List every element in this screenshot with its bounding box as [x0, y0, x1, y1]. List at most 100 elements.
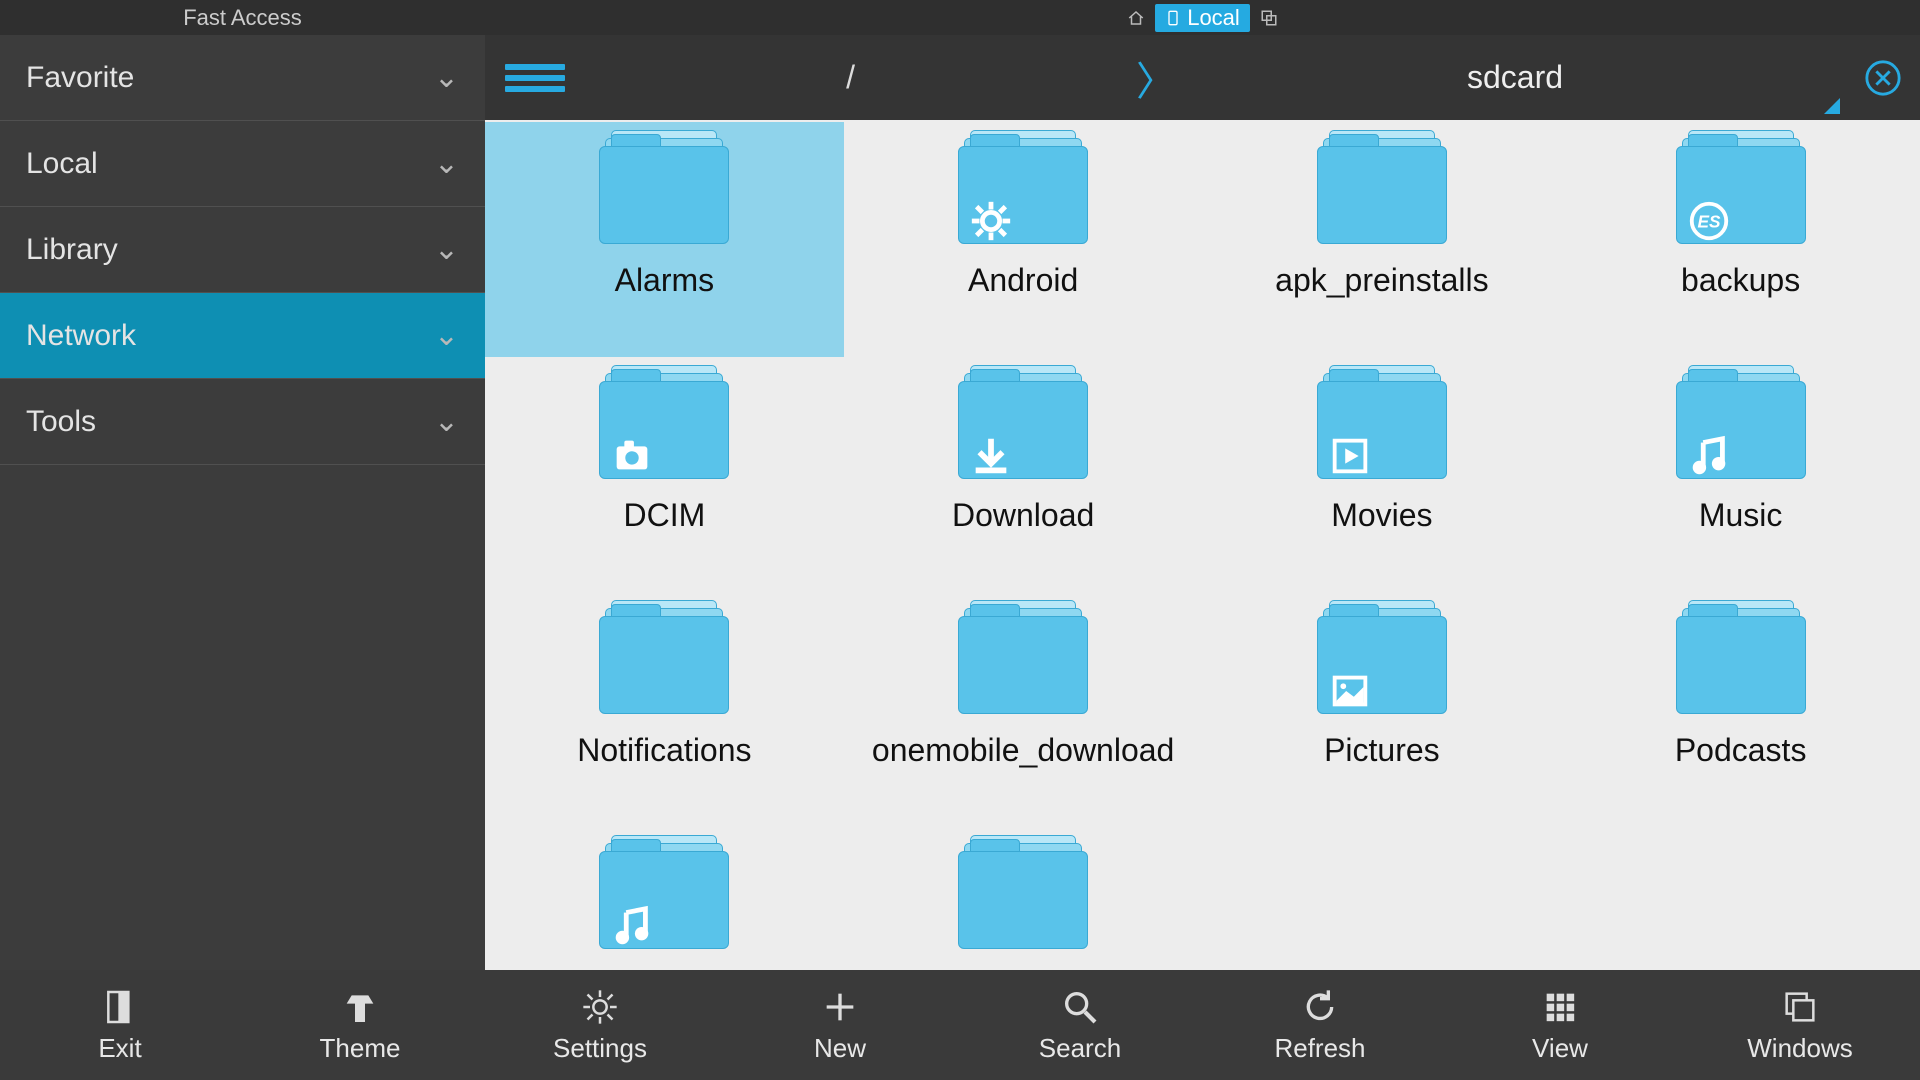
folder-icon: [599, 134, 729, 254]
settings-button[interactable]: Settings: [480, 970, 720, 1080]
chevron-down-icon: ⌄: [434, 60, 459, 95]
breadcrumb-root[interactable]: /: [565, 59, 1136, 96]
folder-pictures[interactable]: Pictures: [1203, 592, 1562, 827]
folder-icon: [599, 369, 729, 489]
view-button[interactable]: View: [1440, 970, 1680, 1080]
folder-label: Music: [1699, 497, 1783, 534]
play-icon: [1327, 433, 1373, 479]
bottom-button-label: View: [1532, 1033, 1588, 1064]
folder-icon: [958, 839, 1088, 959]
local-chip-label: Local: [1187, 5, 1240, 31]
theme-icon: [340, 987, 380, 1027]
sidebar-item-label: Local: [26, 147, 98, 181]
breadcrumb-bar: / 〉 sdcard: [485, 35, 1920, 120]
sidebar-item-label: Favorite: [26, 61, 134, 95]
settings-icon: [580, 987, 620, 1027]
chevron-down-icon: ⌄: [434, 318, 459, 353]
refresh-icon: [1300, 987, 1340, 1027]
folder-label: Notifications: [577, 732, 751, 769]
folder-label: backups: [1681, 262, 1800, 299]
folder-icon: [1317, 604, 1447, 724]
folder-label: Alarms: [615, 262, 715, 299]
bottom-toolbar: Exit Theme Settings New Search Refresh View Win…: [0, 970, 1920, 1080]
search-button[interactable]: Search: [960, 970, 1200, 1080]
bottom-button-label: Search: [1039, 1033, 1121, 1064]
folder-icon: [958, 134, 1088, 254]
sidebar-item-network[interactable]: Network ⌄: [0, 293, 485, 379]
folder-music[interactable]: Music: [1561, 357, 1920, 592]
bottom-button-label: Refresh: [1274, 1033, 1365, 1064]
folder-icon: [599, 604, 729, 724]
local-chip[interactable]: Local: [1155, 4, 1250, 32]
music-icon: [609, 903, 655, 949]
bottom-button-label: Exit: [98, 1033, 141, 1064]
new-button[interactable]: New: [720, 970, 960, 1080]
folder-download[interactable]: Download: [844, 357, 1203, 592]
device-icon[interactable]: [1260, 9, 1278, 27]
file-grid-container[interactable]: Alarms Android apk_preinstalls ES backups DCI…: [485, 120, 1920, 970]
download-icon: [968, 433, 1014, 479]
music-icon: [1686, 433, 1732, 479]
folder-label: Podcasts: [1675, 732, 1807, 769]
folder-ringtones[interactable]: Ringtones: [485, 827, 844, 970]
windows-button[interactable]: Windows: [1680, 970, 1920, 1080]
folder-label: Movies: [1331, 497, 1432, 534]
refresh-button[interactable]: Refresh: [1200, 970, 1440, 1080]
folder-icon: [1676, 369, 1806, 489]
file-grid: Alarms Android apk_preinstalls ES backups DCI…: [485, 122, 1920, 970]
sidebar-item-library[interactable]: Library⌄: [0, 207, 485, 293]
folder-label: DCIM: [623, 497, 705, 534]
home-icon[interactable]: [1127, 9, 1145, 27]
body: Favorite⌄Local⌄Library⌄Network⌄Tools⌄ / …: [0, 35, 1920, 970]
top-status-bar: Fast Access Local: [0, 0, 1920, 35]
dropdown-indicator-icon[interactable]: [1824, 98, 1840, 114]
chevron-down-icon: ⌄: [434, 404, 459, 439]
folder-label: onemobile_download: [872, 732, 1174, 769]
breadcrumb-current[interactable]: sdcard: [1166, 59, 1864, 96]
folder-label: apk_preinstalls: [1275, 262, 1488, 299]
folder-android[interactable]: Android: [844, 122, 1203, 357]
fast-access-title: Fast Access: [0, 5, 485, 31]
chevron-down-icon: ⌄: [434, 232, 459, 267]
view-icon: [1540, 987, 1580, 1027]
camera-icon: [609, 433, 655, 479]
folder-movies[interactable]: Movies: [1203, 357, 1562, 592]
folder-apk_preinstalls[interactable]: apk_preinstalls: [1203, 122, 1562, 357]
sidebar: Favorite⌄Local⌄Library⌄Network⌄Tools⌄: [0, 35, 485, 970]
folder-onemobile_download[interactable]: onemobile_download: [844, 592, 1203, 827]
sidebar-item-favorite[interactable]: Favorite ⌄: [0, 35, 485, 121]
folder-storage[interactable]: storage: [844, 827, 1203, 970]
folder-label: Pictures: [1324, 732, 1440, 769]
folder-label: Android: [968, 262, 1078, 299]
app-root: Fast Access Local Favorite⌄Local⌄Library…: [0, 0, 1920, 1080]
sidebar-item-label: Network: [26, 319, 136, 353]
bottom-button-label: Windows: [1747, 1033, 1852, 1064]
gear-icon: [968, 198, 1014, 244]
folder-icon: [1317, 369, 1447, 489]
folder-alarms[interactable]: Alarms: [485, 122, 844, 357]
breadcrumb-separator-icon: 〉: [1136, 49, 1166, 107]
sidebar-item-tools[interactable]: Tools ⌄: [0, 379, 485, 465]
folder-icon: [599, 839, 729, 959]
folder-podcasts[interactable]: Podcasts: [1561, 592, 1920, 827]
menu-icon[interactable]: [505, 59, 565, 97]
location-indicator: Local: [485, 4, 1920, 32]
windows-icon: [1780, 987, 1820, 1027]
exit-button[interactable]: Exit: [0, 970, 240, 1080]
folder-icon: ES: [1676, 134, 1806, 254]
folder-icon: [1676, 604, 1806, 724]
close-tab-button[interactable]: [1864, 59, 1902, 97]
new-icon: [820, 987, 860, 1027]
sidebar-item-local[interactable]: Local ⌄: [0, 121, 485, 207]
sidebar-item-label: Tools: [26, 405, 96, 439]
folder-backups[interactable]: ES backups: [1561, 122, 1920, 357]
search-icon: [1060, 987, 1100, 1027]
bottom-button-label: New: [814, 1033, 866, 1064]
folder-label: Download: [952, 497, 1094, 534]
chevron-down-icon: ⌄: [434, 146, 459, 181]
es-icon: ES: [1686, 198, 1732, 244]
folder-dcim[interactable]: DCIM: [485, 357, 844, 592]
folder-notifications[interactable]: Notifications: [485, 592, 844, 827]
bottom-button-label: Theme: [320, 1033, 401, 1064]
theme-button[interactable]: Theme: [240, 970, 480, 1080]
